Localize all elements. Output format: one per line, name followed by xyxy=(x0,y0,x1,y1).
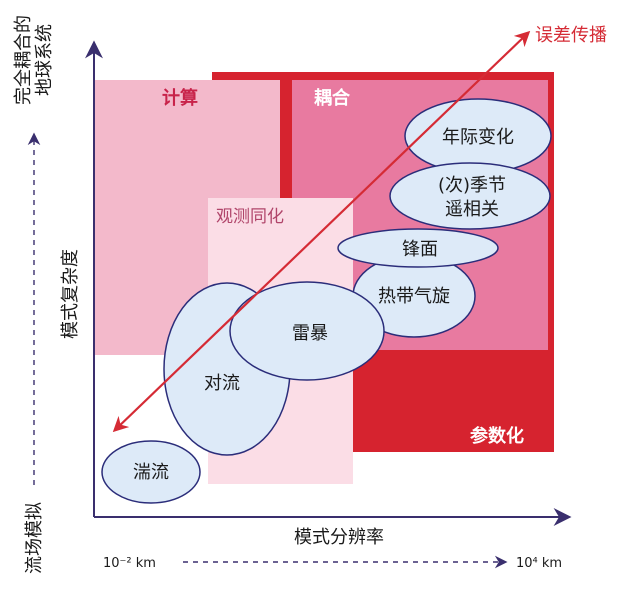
parameterization-label: 参数化 xyxy=(470,425,524,447)
assimilation-label: 观测同化 xyxy=(216,207,284,227)
diagram-canvas: 计算 耦合 观测同化 参数化 年际变化 (次)季节 遥相关 锋面 热带气旋 雷暴… xyxy=(13,15,607,574)
tropical-cyclone-label: 热带气旋 xyxy=(378,286,450,307)
bottom-left-label: 流场模拟 xyxy=(24,502,45,574)
top-left-label-2: 地球系统 xyxy=(34,24,55,96)
interannual-label: 年际变化 xyxy=(442,127,514,148)
thunderstorm-label: 雷暴 xyxy=(292,323,328,344)
error-propagation-label: 误差传播 xyxy=(535,25,607,46)
front-label: 锋面 xyxy=(402,239,438,260)
top-left-label-1: 完全耦合的 xyxy=(13,15,34,105)
y-axis-title: 模式复杂度 xyxy=(60,249,81,339)
subseasonal-label-2: 遥相关 xyxy=(445,199,499,220)
coupling-label: 耦合 xyxy=(314,87,351,109)
x-max-label: 10⁴ km xyxy=(516,556,562,571)
x-min-label: 10⁻² km xyxy=(103,556,156,571)
compute-label: 计算 xyxy=(162,87,198,109)
subseasonal-label-1: (次)季节 xyxy=(438,175,506,196)
turbulence-label: 湍流 xyxy=(133,462,169,483)
convection-label: 对流 xyxy=(204,373,240,394)
x-axis-title: 模式分辨率 xyxy=(294,527,384,548)
